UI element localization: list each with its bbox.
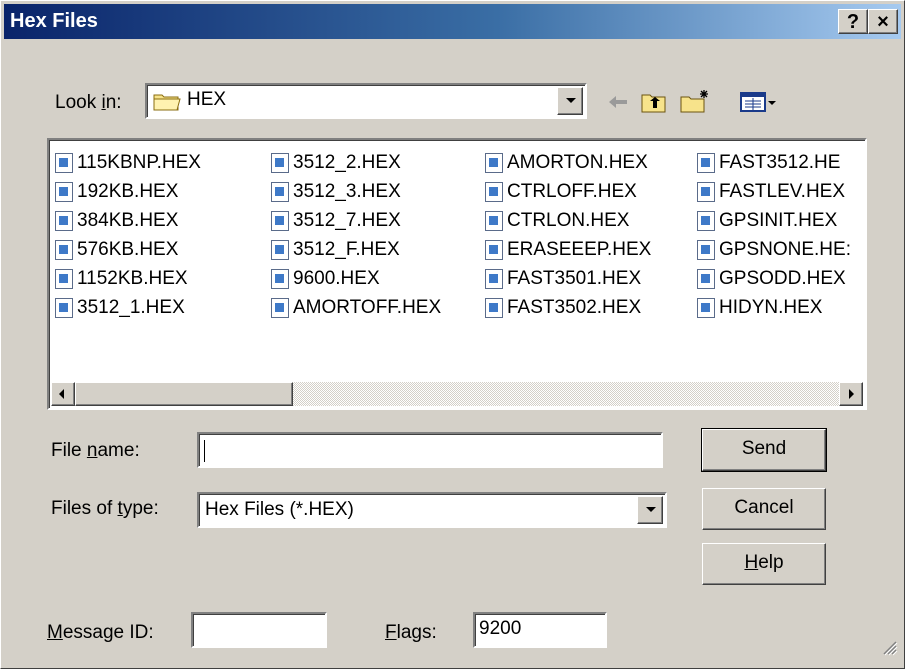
list-item[interactable]: 384KB.HEX bbox=[55, 206, 201, 235]
flags-input[interactable]: 9200 bbox=[473, 612, 607, 648]
hex-file-icon bbox=[55, 210, 73, 231]
list-item[interactable]: ERASEEEP.HEX bbox=[485, 235, 651, 264]
hex-file-icon bbox=[271, 268, 289, 289]
hex-file-icon bbox=[271, 239, 289, 260]
hex-file-icon bbox=[55, 239, 73, 260]
hex-file-icon bbox=[271, 181, 289, 202]
message-id-label: Message ID: bbox=[47, 622, 154, 643]
hex-file-icon bbox=[55, 297, 73, 318]
hex-file-icon bbox=[697, 268, 715, 289]
list-item[interactable]: 9600.HEX bbox=[271, 264, 441, 293]
hex-file-icon bbox=[55, 152, 73, 173]
look-in-value: HEX bbox=[187, 89, 227, 110]
scroll-left-button[interactable] bbox=[51, 382, 75, 406]
list-item[interactable]: FAST3501.HEX bbox=[485, 264, 651, 293]
list-item[interactable]: 3512_7.HEX bbox=[271, 206, 441, 235]
hex-file-icon bbox=[485, 239, 503, 260]
files-of-type-dropdown-arrow[interactable] bbox=[637, 496, 663, 524]
message-id-input[interactable] bbox=[191, 612, 327, 648]
flags-label: Flags: bbox=[385, 622, 437, 643]
hex-files-dialog: Hex Files ? × Look in: HEX 115KBNP.HEX 1… bbox=[0, 0, 905, 669]
list-item[interactable]: 3512_1.HEX bbox=[55, 293, 201, 322]
flags-value: 9200 bbox=[479, 618, 522, 639]
hex-file-icon bbox=[697, 181, 715, 202]
hex-file-icon bbox=[485, 297, 503, 318]
hex-file-icon bbox=[697, 297, 715, 318]
list-item[interactable]: AMORTOFF.HEX bbox=[271, 293, 441, 322]
hex-file-icon bbox=[271, 152, 289, 173]
file-name-input[interactable] bbox=[197, 432, 663, 468]
hex-file-icon bbox=[485, 152, 503, 173]
file-name-label: File name: bbox=[51, 440, 140, 461]
list-item[interactable]: FAST3502.HEX bbox=[485, 293, 651, 322]
list-item[interactable]: GPSINIT.HEX bbox=[697, 206, 865, 235]
scroll-thumb[interactable] bbox=[75, 382, 293, 406]
list-item[interactable]: 115KBNP.HEX bbox=[55, 148, 201, 177]
title-bar[interactable]: Hex Files ? × bbox=[4, 4, 901, 39]
horizontal-scrollbar[interactable] bbox=[51, 382, 863, 406]
list-item[interactable]: 192KB.HEX bbox=[55, 177, 201, 206]
hex-file-icon bbox=[485, 210, 503, 231]
list-item[interactable]: AMORTON.HEX bbox=[485, 148, 651, 177]
list-item[interactable]: 576KB.HEX bbox=[55, 235, 201, 264]
file-list[interactable]: 115KBNP.HEX 192KB.HEX 384KB.HEX 576KB.HE… bbox=[47, 138, 867, 410]
file-column-4: FAST3512.HE FASTLEV.HEX GPSINIT.HEX GPSN… bbox=[697, 148, 865, 322]
close-title-button[interactable]: × bbox=[868, 9, 898, 34]
list-item[interactable]: HIDYN.HEX bbox=[697, 293, 865, 322]
hex-file-icon bbox=[55, 268, 73, 289]
look-in-dropdown[interactable]: HEX bbox=[145, 83, 587, 119]
files-of-type-label: Files of type: bbox=[51, 498, 159, 519]
list-item[interactable]: FASTLEV.HEX bbox=[697, 177, 865, 206]
view-menu-icon[interactable] bbox=[739, 89, 779, 115]
hex-file-icon bbox=[697, 152, 715, 173]
list-item[interactable]: GPSODD.HEX bbox=[697, 264, 865, 293]
list-item[interactable]: 3512_3.HEX bbox=[271, 177, 441, 206]
hex-file-icon bbox=[697, 239, 715, 260]
scroll-right-button[interactable] bbox=[839, 382, 863, 406]
up-folder-icon[interactable] bbox=[640, 89, 668, 115]
back-arrow-icon[interactable] bbox=[605, 89, 631, 115]
list-item[interactable]: 3512_2.HEX bbox=[271, 148, 441, 177]
look-in-label: Look in: bbox=[55, 92, 122, 113]
hex-file-icon bbox=[271, 210, 289, 231]
files-of-type-value: Hex Files (*.HEX) bbox=[205, 499, 354, 520]
list-item[interactable]: 1152KB.HEX bbox=[55, 264, 201, 293]
text-caret bbox=[204, 440, 205, 462]
file-column-2: 3512_2.HEX 3512_3.HEX 3512_7.HEX 3512_F.… bbox=[271, 148, 441, 322]
files-of-type-select[interactable]: Hex Files (*.HEX) bbox=[197, 492, 667, 528]
resize-grip-icon[interactable] bbox=[878, 636, 898, 662]
help-title-button[interactable]: ? bbox=[838, 9, 868, 34]
hex-file-icon bbox=[485, 181, 503, 202]
list-item[interactable]: GPSNONE.HE: bbox=[697, 235, 865, 264]
file-column-1: 115KBNP.HEX 192KB.HEX 384KB.HEX 576KB.HE… bbox=[55, 148, 201, 322]
list-item[interactable]: 3512_F.HEX bbox=[271, 235, 441, 264]
new-folder-icon[interactable] bbox=[679, 89, 711, 115]
folder-icon bbox=[153, 91, 181, 117]
list-item[interactable]: CTRLON.HEX bbox=[485, 206, 651, 235]
help-button[interactable]: Help bbox=[702, 543, 826, 585]
list-item[interactable]: FAST3512.HE bbox=[697, 148, 865, 177]
hex-file-icon bbox=[55, 181, 73, 202]
hex-file-icon bbox=[485, 268, 503, 289]
hex-file-icon bbox=[697, 210, 715, 231]
hex-file-icon bbox=[271, 297, 289, 318]
file-column-3: AMORTON.HEX CTRLOFF.HEX CTRLON.HEX ERASE… bbox=[485, 148, 651, 322]
window-title: Hex Files bbox=[10, 10, 98, 32]
send-button[interactable]: Send bbox=[701, 428, 827, 472]
list-item[interactable]: CTRLOFF.HEX bbox=[485, 177, 651, 206]
look-in-dropdown-arrow[interactable] bbox=[557, 87, 583, 115]
cancel-button[interactable]: Cancel bbox=[702, 488, 826, 530]
